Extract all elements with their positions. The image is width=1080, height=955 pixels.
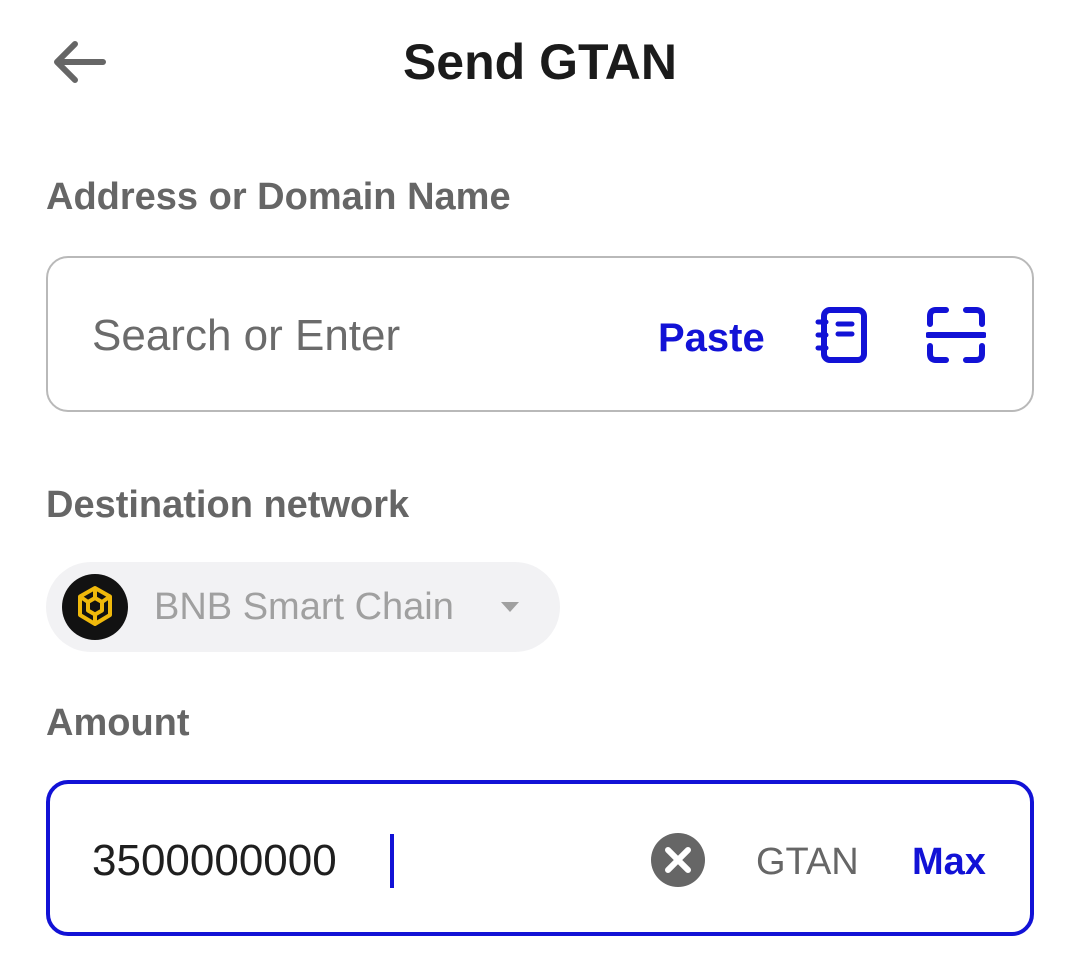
- address-label: Address or Domain Name: [46, 176, 511, 218]
- chevron-down-icon: [501, 602, 519, 612]
- address-input[interactable]: [92, 308, 632, 364]
- paste-button[interactable]: Paste: [658, 310, 765, 366]
- network-selector[interactable]: BNB Smart Chain: [46, 562, 560, 652]
- scan-button[interactable]: [925, 306, 987, 364]
- amount-unit: GTAN: [756, 841, 859, 883]
- qr-scan-icon: [925, 307, 987, 363]
- bnb-logo-icon: [62, 574, 128, 640]
- page-title: Send GTAN: [402, 34, 678, 90]
- amount-field: GTAN Max: [46, 780, 1034, 936]
- amount-label: Amount: [46, 702, 190, 744]
- max-button[interactable]: Max: [912, 834, 986, 890]
- address-book-button[interactable]: [814, 306, 872, 364]
- address-field: Paste: [46, 256, 1034, 412]
- amount-input[interactable]: [92, 832, 612, 890]
- text-cursor: [390, 834, 394, 888]
- clear-amount-button[interactable]: [650, 832, 706, 888]
- network-label: Destination network: [46, 484, 410, 526]
- address-book-icon: [815, 307, 867, 363]
- network-name: BNB Smart Chain: [154, 586, 454, 628]
- clear-icon: [651, 833, 705, 887]
- send-screen: Send GTAN Address or Domain Name Paste: [0, 0, 1080, 955]
